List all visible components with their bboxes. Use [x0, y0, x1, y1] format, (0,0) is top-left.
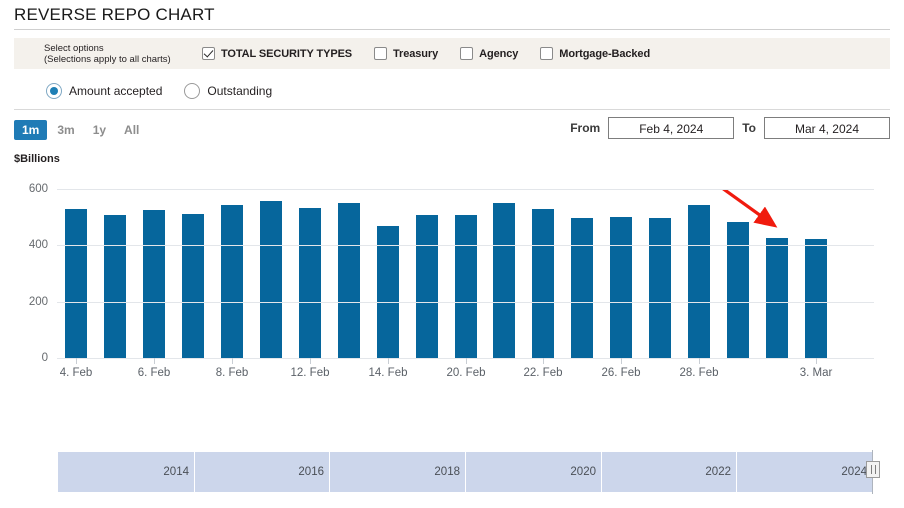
- bar[interactable]: [182, 214, 204, 358]
- chart-plot: 0 200 400 600 4. Feb 6. Feb 8. Feb 12. Feb 14. F…: [29, 183, 874, 379]
- x-axis-tick-mark: [621, 358, 622, 364]
- range-controls: 1m 3m 1y All From Feb 4, 2024 To Mar 4, …: [14, 117, 890, 141]
- bar[interactable]: [416, 215, 438, 358]
- to-label: To: [742, 121, 756, 135]
- chart-area: 0 200 400 600 4. Feb 6. Feb 8. Feb 12. Feb 14. F…: [0, 171, 904, 386]
- x-axis-tick-label: 3. Mar: [799, 367, 833, 379]
- checkbox-total-security-types[interactable]: TOTAL SECURITY TYPES: [202, 47, 366, 60]
- radio-label-amount-accepted[interactable]: Amount accepted: [69, 84, 162, 98]
- bar[interactable]: [143, 209, 165, 358]
- x-axis-tick-mark: [154, 358, 155, 364]
- checkbox-label-agency: Agency: [479, 47, 519, 60]
- gridline-400: 400: [29, 239, 874, 251]
- navigator-divider: [736, 452, 737, 492]
- navigator-year-label: 2016: [298, 466, 324, 478]
- options-divider: [14, 109, 890, 110]
- checkbox-treasury[interactable]: Treasury: [374, 47, 452, 60]
- bar[interactable]: [221, 205, 243, 358]
- security-type-options-bar: Select options (Selections apply to all …: [14, 38, 890, 69]
- x-axis-tick-mark: [816, 358, 817, 364]
- x-axis-tick-mark: [76, 358, 77, 364]
- bar[interactable]: [299, 208, 321, 358]
- bar-series: [57, 189, 874, 358]
- x-axis-tick-mark: [543, 358, 544, 364]
- bar[interactable]: [65, 209, 87, 358]
- checkbox-icon-agency[interactable]: [460, 47, 474, 60]
- navigator-year-label: 2018: [434, 466, 460, 478]
- y-axis-tick-400: 400: [28, 239, 48, 252]
- x-axis-tick-label: 12. Feb: [290, 367, 330, 379]
- x-axis-tick-label: 28. Feb: [679, 367, 719, 379]
- checkbox-icon-treasury[interactable]: [374, 47, 388, 60]
- range-navigator[interactable]: 2014 2016 2018 2020 2022 2024: [58, 450, 880, 498]
- checkbox-icon-mortgage-backed[interactable]: [540, 47, 554, 60]
- navigator-divider: [601, 452, 602, 492]
- range-button-1m[interactable]: 1m: [14, 120, 48, 140]
- navigator-handle-grip-icon[interactable]: [866, 461, 880, 478]
- x-axis-tick-label: 4. Feb: [59, 367, 93, 379]
- bar[interactable]: [493, 203, 515, 358]
- range-button-1y[interactable]: 1y: [85, 120, 114, 140]
- radio-label-outstanding[interactable]: Outstanding: [207, 84, 272, 98]
- checkbox-label-mortgage-backed: Mortgage-Backed: [559, 47, 651, 60]
- navigator-divider: [194, 452, 195, 492]
- navigator-divider: [329, 452, 330, 492]
- x-axis-tick-mark: [699, 358, 700, 364]
- page-title: REVERSE REPO CHART: [14, 5, 215, 24]
- measure-radio-group: Amount accepted Outstanding: [46, 79, 904, 103]
- y-axis-unit-label: $Billions: [14, 153, 60, 165]
- navigator-year-label: 2022: [705, 466, 731, 478]
- bar[interactable]: [649, 218, 671, 358]
- x-axis-tick-label: 8. Feb: [215, 367, 249, 379]
- from-label: From: [570, 121, 601, 135]
- bar[interactable]: [727, 222, 749, 358]
- radio-icon-outstanding[interactable]: [184, 83, 201, 99]
- title-divider: [14, 29, 890, 30]
- x-axis-tick-mark: [310, 358, 311, 364]
- x-axis-tick-label: 22. Feb: [523, 367, 563, 379]
- y-axis-tick-600: 600: [28, 183, 48, 195]
- radio-icon-amount-accepted[interactable]: [46, 83, 62, 99]
- checkbox-label-treasury: Treasury: [393, 47, 439, 60]
- checkbox-mortgage-backed[interactable]: Mortgage-Backed: [540, 47, 664, 60]
- navigator-divider: [465, 452, 466, 492]
- bar[interactable]: [571, 218, 593, 358]
- x-axis-tick-label: 6. Feb: [137, 367, 171, 379]
- range-button-3m[interactable]: 3m: [49, 120, 82, 140]
- range-button-all[interactable]: All: [116, 120, 147, 140]
- gridline-200: 200: [29, 296, 874, 308]
- navigator-year-label: 2014: [163, 466, 189, 478]
- x-axis-tick-label: 26. Feb: [601, 367, 641, 379]
- y-axis-tick-200: 200: [28, 295, 48, 308]
- x-axis-tick-mark: [232, 358, 233, 364]
- x-axis-tick-label: 20. Feb: [446, 367, 486, 379]
- bar[interactable]: [532, 209, 554, 358]
- bar[interactable]: [104, 215, 126, 358]
- navigator-right-handle[interactable]: [866, 450, 880, 494]
- x-axis-tick-label: 14. Feb: [368, 367, 408, 379]
- gridline-600: 600: [29, 183, 874, 195]
- x-axis-tick-mark: [466, 358, 467, 364]
- bar[interactable]: [338, 203, 360, 358]
- bar[interactable]: [455, 215, 477, 358]
- checkbox-label-total-security-types: TOTAL SECURITY TYPES: [221, 47, 353, 60]
- navigator-year-label: 2020: [570, 466, 596, 478]
- bar[interactable]: [805, 238, 827, 358]
- bar[interactable]: [688, 205, 710, 358]
- select-options-label-line2: (Selections apply to all charts): [44, 53, 171, 65]
- checkbox-agency[interactable]: Agency: [460, 47, 532, 60]
- y-axis-tick-0: 0: [41, 352, 48, 364]
- bar[interactable]: [610, 217, 632, 358]
- checkbox-icon-total-security-types[interactable]: [202, 47, 215, 60]
- x-axis-tick-mark: [388, 358, 389, 364]
- to-date-input[interactable]: Mar 4, 2024: [764, 117, 890, 139]
- select-options-label-line1: Select options: [44, 42, 104, 54]
- navigator-year-label: 2024: [841, 466, 867, 478]
- from-date-input[interactable]: Feb 4, 2024: [608, 117, 735, 139]
- select-options-label: Select options (Selections apply to all …: [44, 43, 194, 65]
- date-range-inputs: From Feb 4, 2024 To Mar 4, 2024: [562, 117, 890, 139]
- navigator-track[interactable]: 2014 2016 2018 2020 2022 2024: [58, 452, 872, 492]
- bar[interactable]: [260, 201, 282, 358]
- bar[interactable]: [766, 238, 788, 358]
